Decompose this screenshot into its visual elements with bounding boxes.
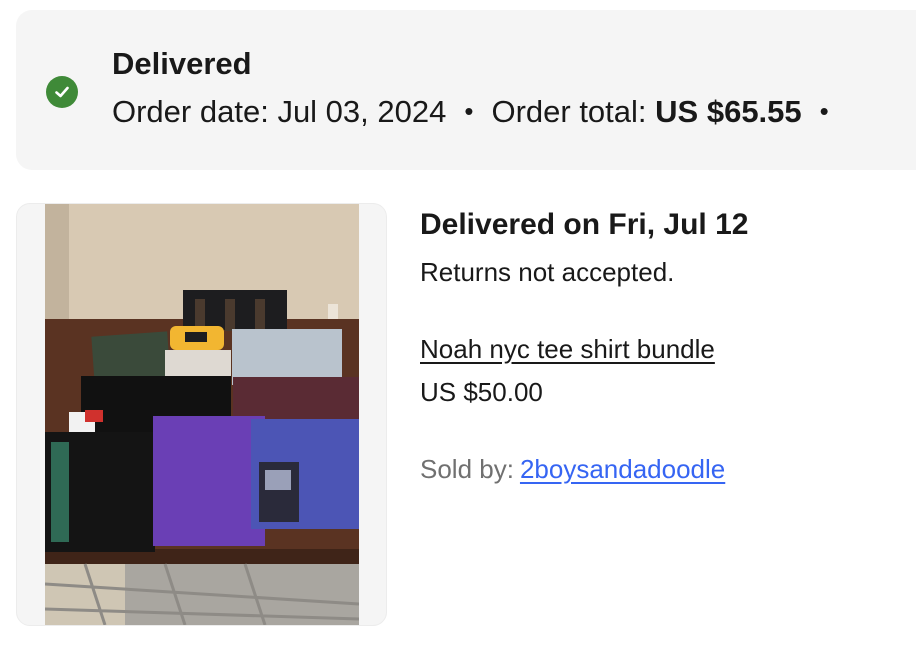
sold-by-row: Sold by: 2boysandadoodle	[420, 451, 725, 487]
order-summary-line: Order date: Jul 03, 2024 • Order total: US…	[112, 92, 847, 133]
returns-policy: Returns not accepted.	[420, 257, 675, 287]
order-status: Delivered	[112, 46, 252, 81]
order-date: Jul 03, 2024	[277, 94, 447, 129]
item-price: US $50.00	[420, 377, 543, 407]
seller-link[interactable]: 2boysandadoodle	[520, 454, 725, 484]
order-total-label: Order total:	[491, 94, 647, 129]
delivery-status: Delivered on Fri, Jul 12	[420, 208, 749, 241]
order-total: US $65.55	[655, 94, 802, 129]
separator-dot: •	[464, 96, 474, 126]
separator-dot-trailing: •	[819, 96, 829, 126]
sold-by-label: Sold by:	[420, 454, 514, 484]
item-photo[interactable]	[45, 204, 359, 625]
item-thumbnail[interactable]	[16, 203, 387, 626]
item-title-link[interactable]: Noah nyc tee shirt bundle	[420, 331, 715, 367]
order-summary-header	[16, 10, 916, 170]
check-circle-icon	[46, 76, 78, 108]
order-date-label: Order date:	[112, 94, 269, 129]
